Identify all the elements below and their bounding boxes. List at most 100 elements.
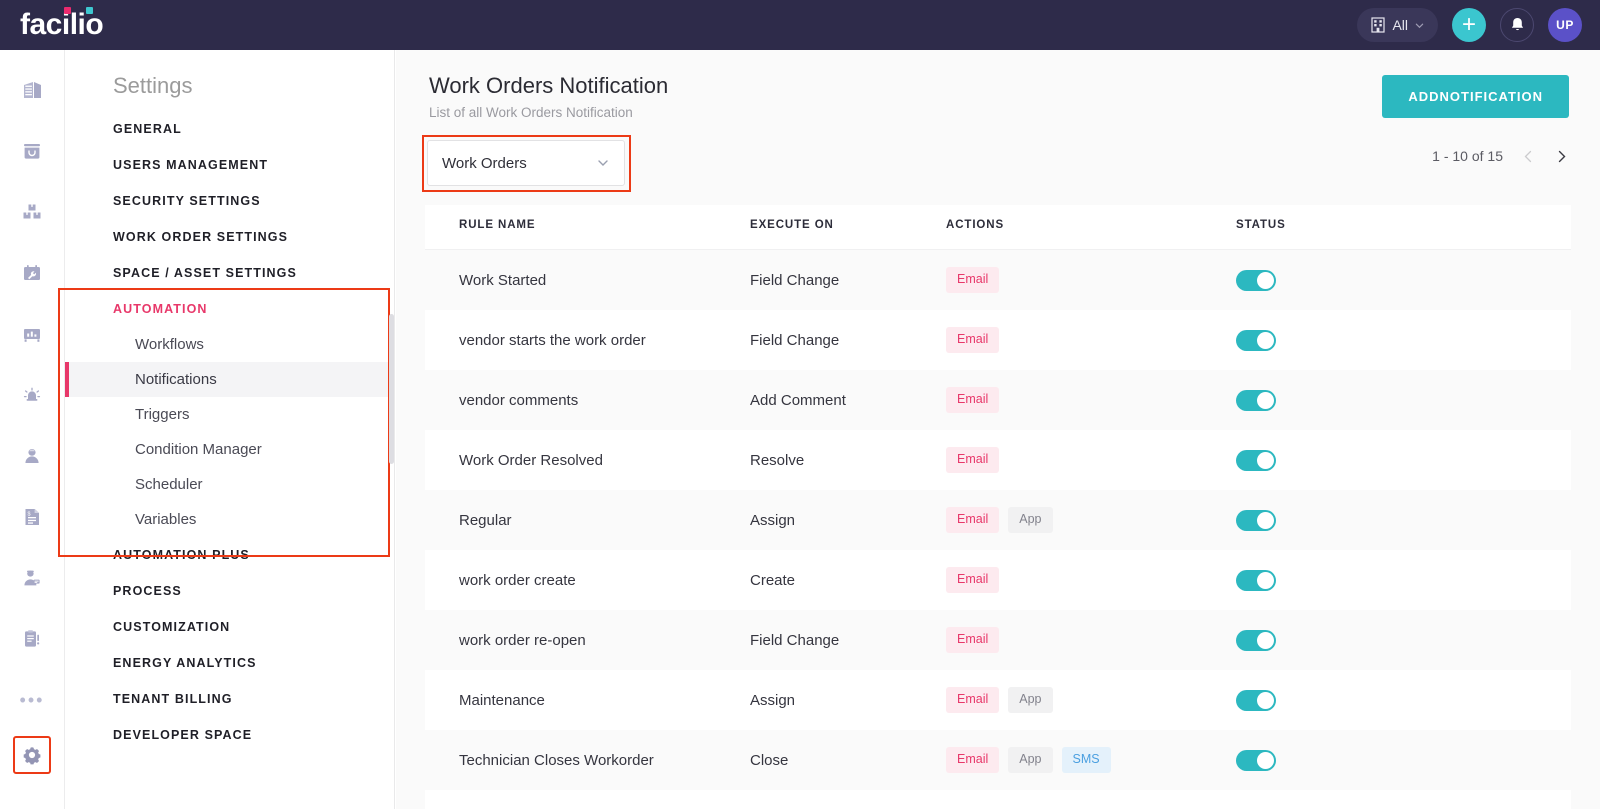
add-notification-button[interactable]: ADDNOTIFICATION [1382,75,1569,118]
rail-item-alarms[interactable] [12,375,52,415]
status-toggle[interactable] [1236,390,1276,411]
cell-status [1236,510,1496,531]
column-header-execute-on: EXECUTE ON [750,219,946,231]
column-header-rule-name: RULE NAME [425,219,750,231]
badge-email: Email [946,327,999,353]
briefcase-icon [21,140,43,162]
status-toggle[interactable] [1236,510,1276,531]
action-badges: EmailApp [946,687,1236,713]
sidebar-item-notifications[interactable]: Notifications [65,362,394,397]
app-logo[interactable]: facilio [20,10,103,40]
cell-rule-name: vendor comments [425,392,750,409]
module-select[interactable]: Work Orders [427,140,625,186]
table-row[interactable]: MaintenanceAssignEmailApp [425,670,1571,730]
settings-group-automation[interactable]: AUTOMATION [65,291,394,327]
sidebar-item-variables[interactable]: Variables [65,502,394,537]
settings-group-developer-space[interactable]: DEVELOPER SPACE [65,717,394,753]
action-badges: Email [946,567,1236,593]
table-row[interactable]: work order re-openField ChangeEmail [425,610,1571,670]
status-toggle[interactable] [1236,570,1276,591]
settings-title: Settings [65,50,394,111]
status-toggle[interactable] [1236,630,1276,651]
rail-item-analytics[interactable] [12,314,52,354]
cell-rule-name: work order create [425,572,750,589]
cell-execute-on: Add Comment [750,392,946,409]
column-header-status: STATUS [1236,219,1496,231]
action-badges: EmailAppSMS [946,747,1236,773]
toggle-knob [1257,392,1274,409]
rail-item-people[interactable] [12,436,52,476]
table-row[interactable]: RegularAssignEmailApp [425,490,1571,550]
badge-email: Email [946,387,999,413]
badge-app: App [1008,747,1052,773]
cell-actions: Email [946,327,1236,353]
settings-group-customization[interactable]: CUSTOMIZATION [65,609,394,645]
rail-item-workorders[interactable] [12,131,52,171]
logo-dot-teal [86,7,93,14]
settings-scrollbar[interactable] [389,314,394,464]
cell-actions: Email [946,567,1236,593]
badge-email: Email [946,747,999,773]
cell-execute-on: Close [750,752,946,769]
analytics-chart-icon [21,323,43,345]
settings-group-energy[interactable]: ENERGY ANALYTICS [65,645,394,681]
status-toggle[interactable] [1236,270,1276,291]
cell-actions: EmailApp [946,507,1236,533]
settings-group-tenant-billing[interactable]: TENANT BILLING [65,681,394,717]
column-header-actions: ACTIONS [946,219,1236,231]
rail-item-settings[interactable] [13,736,51,774]
rail-item-reports[interactable] [12,619,52,659]
pagination: 1 - 10 of 15 [1432,148,1569,164]
settings-group-process[interactable]: PROCESS [65,573,394,609]
status-toggle[interactable] [1236,330,1276,351]
chevron-down-icon [596,156,610,170]
rail-item-invoices[interactable]: $ [12,497,52,537]
sidebar-item-triggers[interactable]: Triggers [65,397,394,432]
settings-group-general[interactable]: GENERAL [65,111,394,147]
rail-item-inventory[interactable] [12,192,52,232]
top-bar-actions: All + UP [1357,8,1582,42]
settings-group-workorder[interactable]: WORK ORDER SETTINGS [65,219,394,255]
sidebar-item-condition-manager[interactable]: Condition Manager [65,432,394,467]
badge-email: Email [946,267,999,293]
notifications-button[interactable] [1500,8,1534,42]
settings-panel: Settings GENERAL USERS MANAGEMENT SECURI… [65,50,395,809]
cell-actions: Email [946,627,1236,653]
action-badges: Email [946,267,1236,293]
table-row[interactable]: vendor commentsAdd CommentEmail [425,370,1571,430]
table-row[interactable]: Work Order ResolvedResolveEmail [425,430,1571,490]
chevron-down-icon [1415,21,1424,30]
module-select-value: Work Orders [442,155,527,172]
table-row[interactable]: Work StartedField ChangeEmail [425,250,1571,310]
status-toggle[interactable] [1236,690,1276,711]
cell-execute-on: Resolve [750,452,946,469]
sidebar-item-scheduler[interactable]: Scheduler [65,467,394,502]
settings-group-security[interactable]: SECURITY SETTINGS [65,183,394,219]
rail-item-maintenance[interactable] [12,253,52,293]
toggle-knob [1257,752,1274,769]
site-selector[interactable]: All [1357,8,1438,42]
cell-actions: EmailApp [946,687,1236,713]
pagination-next-button[interactable] [1554,149,1569,164]
cell-execute-on: Assign [750,692,946,709]
rail-item-technicians[interactable] [12,558,52,598]
chevron-right-icon [1554,149,1569,164]
user-avatar[interactable]: UP [1548,8,1582,42]
status-toggle[interactable] [1236,750,1276,771]
toggle-knob [1257,632,1274,649]
sidebar-item-workflows[interactable]: Workflows [65,327,394,362]
status-toggle[interactable] [1236,450,1276,471]
toggle-knob [1257,332,1274,349]
table-row[interactable]: Technician Closes WorkorderCloseEmailApp… [425,730,1571,790]
table-row[interactable]: work order createCreateEmail [425,550,1571,610]
rail-item-buildings[interactable] [12,70,52,110]
rail-item-more[interactable]: ••• [12,680,52,720]
add-button[interactable]: + [1452,8,1486,42]
settings-group-space-asset[interactable]: SPACE / ASSET SETTINGS [65,255,394,291]
badge-app: App [1008,507,1052,533]
table-row[interactable]: vendor starts the work orderField Change… [425,310,1571,370]
pagination-prev-button[interactable] [1521,149,1536,164]
settings-group-automation-plus[interactable]: AUTOMATION PLUS [65,537,394,573]
building-icon [21,79,43,101]
settings-group-users[interactable]: USERS MANAGEMENT [65,147,394,183]
